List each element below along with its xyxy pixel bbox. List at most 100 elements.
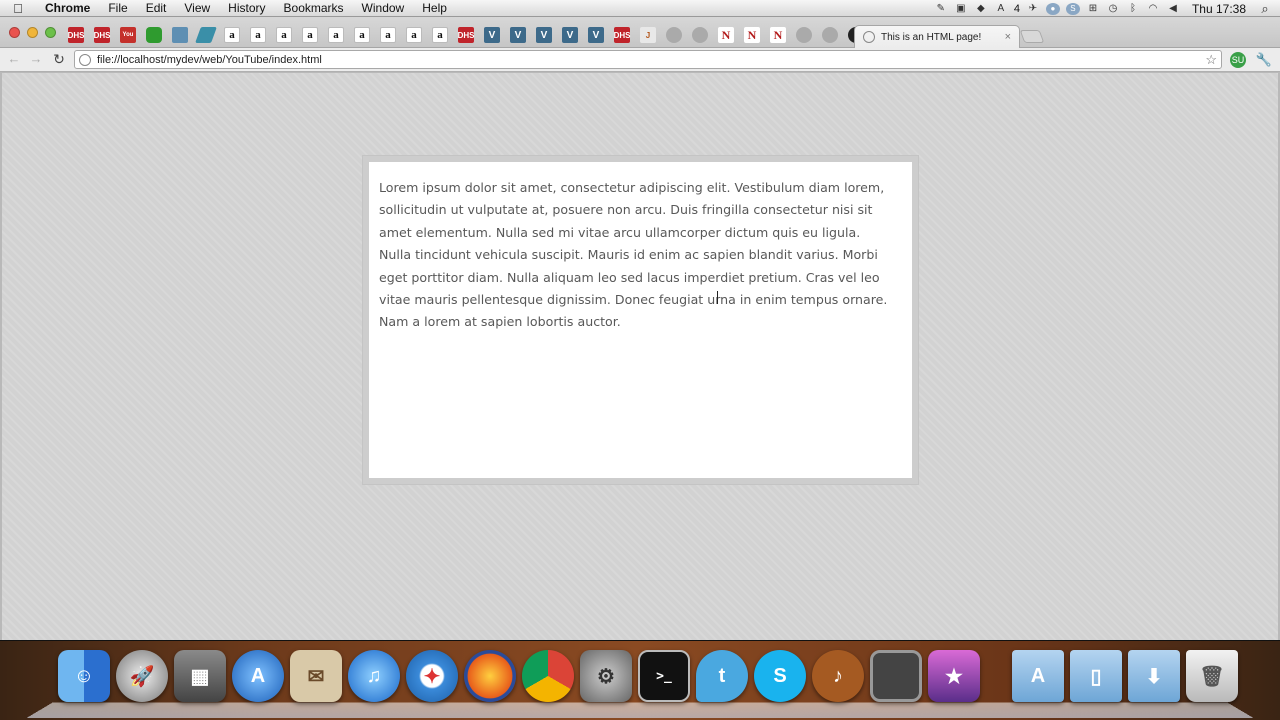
menu-extras: ✎ ▣ ◆ A 4 ✈ ● S ⊞ ◷ ᛒ ◠ ◀ Thu 17:38 ⌕: [934, 0, 1272, 17]
address-bar[interactable]: file://localhost/mydev/web/YouTube/index…: [74, 50, 1222, 69]
spotlight-search-icon[interactable]: ⌕: [1258, 1, 1272, 16]
tab-close-icon[interactable]: ×: [1005, 31, 1011, 43]
firefox-icon[interactable]: [464, 650, 516, 702]
pinned-tab-amz-icon[interactable]: a: [354, 27, 370, 43]
pinned-tab-grey-icon[interactable]: [822, 27, 838, 43]
pinned-tab-amz-icon[interactable]: a: [432, 27, 448, 43]
time-machine-icon[interactable]: ◷: [1106, 3, 1120, 15]
tab-strip: DHS DHS You a a a a a a a a a DHS V V V V V DHS J N N N: [0, 17, 1280, 48]
pinned-tab-v-icon[interactable]: V: [510, 27, 526, 43]
pinned-tab-red-icon[interactable]: DHS: [68, 27, 84, 43]
evernote-icon[interactable]: ✎: [934, 3, 948, 15]
pinned-tab-img-icon[interactable]: [172, 27, 188, 43]
pinned-tab-amz-icon[interactable]: a: [328, 27, 344, 43]
imovie-icon[interactable]: ★: [928, 650, 980, 702]
reload-button[interactable]: ↻: [51, 51, 67, 68]
garageband-icon[interactable]: ♪: [812, 650, 864, 702]
finder-icon[interactable]: ☺: [58, 650, 110, 702]
trash-icon[interactable]: 🗑: [1186, 650, 1238, 702]
pinned-tab-red-icon[interactable]: DHS: [94, 27, 110, 43]
adobe-icon[interactable]: A: [994, 3, 1008, 15]
content-box: Lorem ipsum dolor sit amet, consectetur …: [363, 156, 918, 484]
text-cursor-icon: [717, 291, 719, 304]
stumbleupon-extension-icon[interactable]: SU: [1230, 52, 1246, 68]
menu-chrome[interactable]: Chrome: [36, 1, 99, 15]
photo-app-icon[interactable]: ▦: [174, 650, 226, 702]
dropbox-icon[interactable]: ◆: [974, 3, 988, 15]
pinned-tab-grey-icon[interactable]: [692, 27, 708, 43]
blank-app-icon[interactable]: [870, 650, 922, 702]
menu-view[interactable]: View: [175, 1, 219, 15]
menu-edit[interactable]: Edit: [137, 1, 176, 15]
close-window-button[interactable]: [9, 27, 20, 38]
pinned-tab-n-icon[interactable]: N: [718, 27, 734, 43]
safari-icon[interactable]: ✦: [406, 650, 458, 702]
twitter-icon[interactable]: ✈: [1026, 3, 1040, 15]
pinned-tab-n-icon[interactable]: N: [744, 27, 760, 43]
wrench-menu-icon[interactable]: 🔧: [1256, 52, 1272, 68]
wifi-icon[interactable]: ◠: [1146, 3, 1160, 15]
apple-menu-icon[interactable]: : [0, 1, 36, 16]
chrome-icon[interactable]: [522, 650, 574, 702]
pinned-tab-amz-icon[interactable]: a: [224, 27, 240, 43]
browser-toolbar: ← → ↻ file://localhost/mydev/web/YouTube…: [0, 48, 1280, 72]
pinned-tab-red-icon[interactable]: DHS: [614, 27, 630, 43]
twitter-icon[interactable]: t: [696, 650, 748, 702]
pinned-tab-v-icon[interactable]: V: [562, 27, 578, 43]
new-tab-button[interactable]: [1019, 30, 1045, 43]
itunes-icon[interactable]: ♫: [348, 650, 400, 702]
pinned-tab-amz-icon[interactable]: a: [250, 27, 266, 43]
app-store-icon[interactable]: A: [232, 650, 284, 702]
bluetooth-icon[interactable]: ᛒ: [1126, 3, 1140, 15]
pinned-tab-v-icon[interactable]: V: [484, 27, 500, 43]
bookmark-star-icon[interactable]: ☆: [1205, 52, 1217, 68]
downloads-folder-icon[interactable]: ⬇: [1128, 650, 1180, 702]
terminal-icon[interactable]: >_: [638, 650, 690, 702]
menu-clock[interactable]: Thu 17:38: [1192, 2, 1246, 16]
pinned-tab-red-icon[interactable]: DHS: [458, 27, 474, 43]
pinned-tab-grey-icon[interactable]: [796, 27, 812, 43]
minimize-window-button[interactable]: [27, 27, 38, 38]
tab-active[interactable]: This is an HTML page! ×: [854, 25, 1020, 48]
pinned-tab-amz-icon[interactable]: a: [276, 27, 292, 43]
menu-history[interactable]: History: [219, 1, 274, 15]
skype-icon[interactable]: S: [754, 650, 806, 702]
pinned-tab-java-icon[interactable]: J: [640, 27, 656, 43]
menu-file[interactable]: File: [99, 1, 136, 15]
menu-window[interactable]: Window: [353, 1, 414, 15]
forward-button[interactable]: →: [28, 51, 44, 66]
dock: ☺ 🚀 ▦ A ✉ ♫ ✦ ⚙ >_ t S ♪ ★ A ▯ ⬇ 🗑: [58, 650, 1238, 702]
pinned-tab-amz-icon[interactable]: a: [406, 27, 422, 43]
pinned-tab-teal-icon[interactable]: [195, 27, 217, 43]
zoom-window-button[interactable]: [45, 27, 56, 38]
pinned-tabs: DHS DHS You a a a a a a a a a DHS V V V V V DHS J N N N: [68, 27, 864, 43]
pinned-tab-v-icon[interactable]: V: [588, 27, 604, 43]
pinned-tab-grey-icon[interactable]: [666, 27, 682, 43]
menu-help[interactable]: Help: [413, 1, 456, 15]
pinned-tab-v-icon[interactable]: V: [536, 27, 552, 43]
documents-folder-icon[interactable]: ▯: [1070, 650, 1122, 702]
window-controls: [9, 27, 56, 38]
system-preferences-icon[interactable]: ⚙: [580, 650, 632, 702]
mail-icon[interactable]: ✉: [290, 650, 342, 702]
skype-status-icon[interactable]: S: [1065, 2, 1080, 15]
menu-bookmarks[interactable]: Bookmarks: [275, 1, 353, 15]
chrome-status-icon[interactable]: ●: [1045, 2, 1060, 15]
pinned-tab-yt-icon[interactable]: You: [120, 27, 136, 43]
tab-title: This is an HTML page!: [881, 31, 982, 43]
pinned-tab-n-icon[interactable]: N: [770, 27, 786, 43]
dock-shelf: [26, 702, 1254, 718]
page-info-icon[interactable]: [79, 53, 91, 66]
grid-icon[interactable]: ⊞: [1086, 3, 1100, 15]
pinned-tab-green-icon[interactable]: [146, 27, 162, 43]
applications-folder-icon[interactable]: A: [1012, 650, 1064, 702]
pinned-tab-amz-icon[interactable]: a: [302, 27, 318, 43]
lorem-paragraph: Lorem ipsum dolor sit amet, consectetur …: [379, 180, 888, 330]
dock-separator: [986, 650, 1006, 702]
address-url[interactable]: file://localhost/mydev/web/YouTube/index…: [97, 54, 1205, 66]
launchpad-icon[interactable]: 🚀: [116, 650, 168, 702]
volume-icon[interactable]: ◀: [1166, 3, 1180, 15]
screen-icon[interactable]: ▣: [954, 3, 968, 15]
pinned-tab-amz-icon[interactable]: a: [380, 27, 396, 43]
back-button[interactable]: ←: [6, 51, 22, 66]
